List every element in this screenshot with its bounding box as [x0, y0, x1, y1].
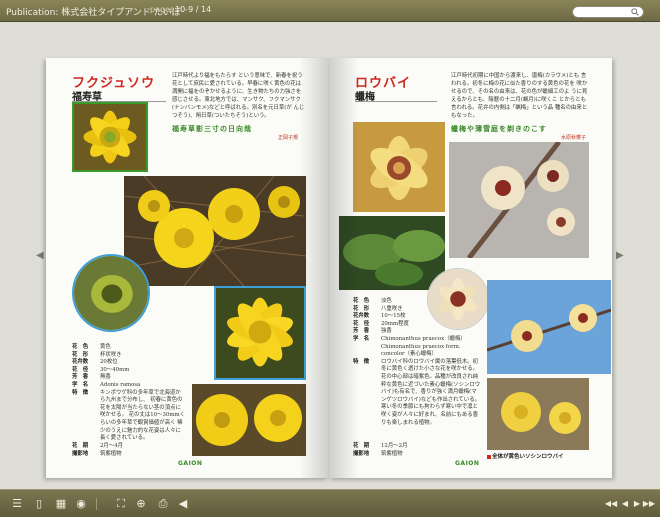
title-rule	[355, 101, 437, 102]
right-page[interactable]: ロウバイ 蠟梅 江戸時代初期に中国から渡来し、唐梅(カラウメ)とも 言われる。初…	[329, 58, 612, 478]
info-row-color: 花 色黄色	[72, 344, 111, 350]
info-row-shape: 花 形八重咲き	[353, 305, 403, 312]
sosin-robai-photo	[487, 378, 589, 450]
bottom-toolbar: ☰ ▯ ▦ ◉ ⛶ ⊕ ⎙ ◀ ◀◀ ◀ ▶ ▶▶	[0, 489, 660, 517]
pages-label: pages:	[150, 5, 177, 14]
toolbar-separator	[96, 498, 97, 510]
share-icon[interactable]: ◉	[74, 497, 88, 511]
photo-caption: 全体が黄色いソシンロウバイ	[487, 452, 564, 460]
pages-indicator: 10-9 / 14	[175, 5, 212, 14]
left-haiku-author: 正岡子規	[278, 135, 299, 141]
info-row-scientific-name: 学 名 Adonis ramosa	[72, 381, 141, 388]
list-icon[interactable]: ☰	[10, 497, 24, 511]
right-haiku: 蠟梅や薄雪庭を剃きのこす	[451, 124, 547, 133]
info-row-features: 特 徴ロウバイ科のロウバイ属の落葉低木。初冬に黄色く透けた小さな花を咲かせる。花…	[353, 358, 481, 426]
book-icon[interactable]: ▯	[32, 497, 46, 511]
wintersweet-closeup-photo	[353, 122, 445, 212]
left-description: 江戸時代より福をもたらす という意味で、新春を祝う 花として庶民に愛されている。…	[172, 73, 305, 119]
info-row-diameter: 花 径 20mm程度	[353, 320, 409, 327]
info-row-petals: 花弁数 10〜15枚	[353, 313, 406, 320]
zoom-icon[interactable]: ⊕	[134, 497, 148, 511]
info-row-shape: 花 形杯状咲き	[72, 351, 122, 358]
info-row-features: 特 徴キンポウゲ科の多年草で北海道から九州まで分布し、 初春に黄色の花を太陽が当…	[72, 389, 185, 442]
left-spine-shadow	[299, 58, 329, 478]
left-info-table: 花 色黄色 花 形杯状咲き 花弁数 20枚位 花 径 30〜40mm 芳 香無香 学…	[72, 344, 186, 443]
right-haiku-author: 水原秋櫻子	[561, 135, 587, 141]
grid-icon[interactable]: ▦	[54, 497, 68, 511]
sound-icon[interactable]: ◀	[176, 497, 190, 511]
right-publisher-logo: GAION	[455, 460, 480, 467]
left-publisher-logo: GAION	[178, 460, 203, 467]
left-photo-location: 撮影地 筑紫植物	[72, 451, 122, 457]
adonis-bottom-photo	[192, 384, 306, 456]
adonis-open-photo	[214, 286, 306, 380]
left-bloom-period: 花 期 2月〜4月	[72, 443, 124, 449]
info-row-petals: 花弁数 20枚位	[72, 359, 118, 366]
next-page-arrow-icon[interactable]: ▶	[616, 250, 624, 261]
top-bar: Publication: 株式会社タイプアンド たいぼ pages: 10-9 …	[0, 0, 660, 22]
right-photo-location: 撮影地 筑紫植物	[353, 451, 403, 457]
info-row-scent: 芳 香強香	[353, 328, 392, 335]
first-page-icon[interactable]: ◀◀	[604, 497, 618, 511]
right-bloom-period: 花 期 12月〜2月	[353, 443, 408, 449]
search-icon[interactable]	[631, 8, 639, 16]
last-page-icon[interactable]: ▶▶	[642, 497, 656, 511]
info-row-color: 花 色淡色	[353, 298, 392, 304]
prev-page-arrow-icon[interactable]: ◀	[36, 250, 44, 261]
caption-marker-icon	[487, 454, 491, 459]
right-info-table: 花 色淡色 花 形八重咲き 花弁数 10〜15枚 花 径 20mm程度 芳 香強香 …	[353, 298, 481, 427]
right-spine-shadow	[329, 58, 359, 478]
info-row-scientific-name-alt: Chimonanthus praecox form. concolor（素心蠟梅…	[381, 343, 461, 358]
wintersweet-branch-photo	[449, 142, 589, 258]
print-icon[interactable]: ⎙	[156, 497, 170, 511]
right-description: 江戸時代初期に中国から渡来し、唐梅(カラウメ)とも 言われる。初冬に梅の花に似た…	[451, 73, 588, 119]
book-spread: フクジュソウ 福寿草 江戸時代より福をもたらす という意味で、新春を祝う 花とし…	[46, 58, 612, 478]
fullscreen-icon[interactable]: ⛶	[114, 497, 128, 511]
search-input[interactable]	[572, 6, 644, 18]
reader-workspace: ◀ ▶ フクジュソウ 福寿草 江戸時代より福をもたらす という意味で、新春を祝う…	[0, 22, 660, 489]
adonis-cluster-photo	[124, 176, 306, 286]
left-haiku: 福寿草影三寸の日向哉	[172, 124, 252, 133]
adonis-closeup-photo	[72, 102, 148, 172]
info-row-diameter: 花 径 30〜40mm	[72, 366, 130, 373]
info-row-scientific-name: 学 名 Chimonanthus praecox（蠟梅）	[353, 335, 466, 342]
wintersweet-sky-photo	[487, 280, 611, 374]
left-page[interactable]: フクジュソウ 福寿草 江戸時代より福をもたらす という意味で、新春を祝う 花とし…	[46, 58, 329, 478]
adonis-bud-photo	[72, 254, 150, 332]
info-row-scent: 芳 香無香	[72, 374, 111, 381]
